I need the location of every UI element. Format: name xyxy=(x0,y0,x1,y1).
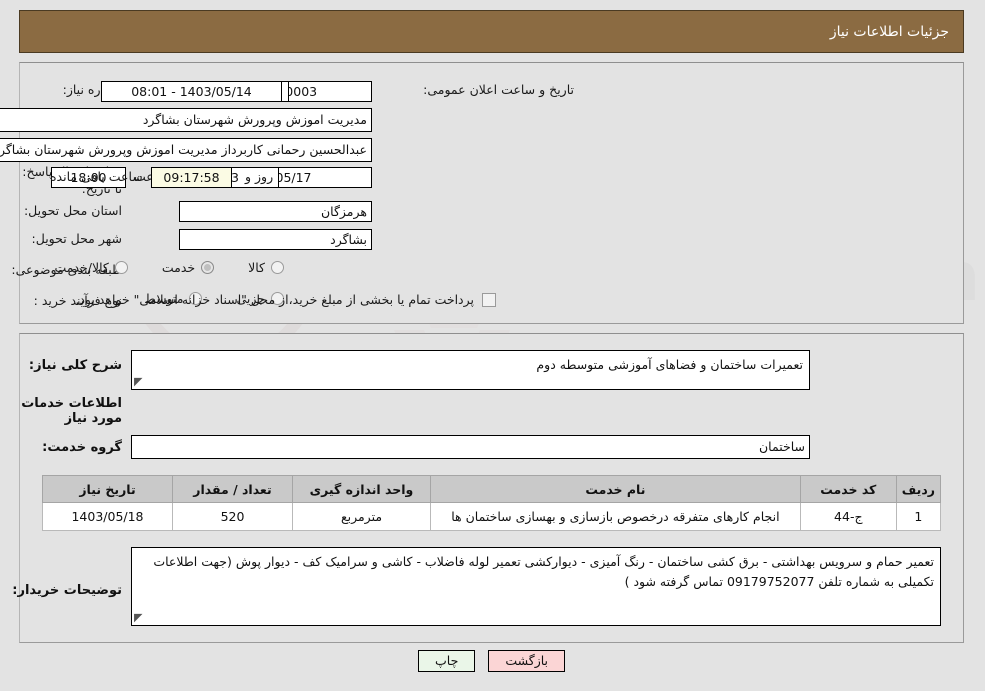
buyer-notes-textarea[interactable]: تعمیر حمام و سرویس بهداشتی - برق کشی ساخ… xyxy=(132,547,942,626)
back-button[interactable]: بازگشت xyxy=(489,650,567,672)
province-label: استان محل تحویل: xyxy=(24,203,123,218)
col-need-date: تاریخ نیاز xyxy=(43,475,174,503)
buyer-notes-value: تعمیر حمام و سرویس بهداشتی - برق کشی ساخ… xyxy=(154,554,935,589)
category-option-kala-khedmat[interactable]: کالا/خدمت xyxy=(55,260,129,275)
category-option-khedmat[interactable]: خدمت xyxy=(162,260,216,275)
service-group-value: ساختمان xyxy=(132,435,811,459)
category-option-label: کالا xyxy=(249,260,266,275)
buyer-org-value: مدیریت اموزش وپرورش شهرستان بشاگرد xyxy=(0,108,373,132)
category-radio-group: کالا خدمت کالا/خدمت xyxy=(55,260,285,275)
province-row: استان محل تحویل: xyxy=(25,203,123,218)
service-group-label: گروه خدمت: xyxy=(43,440,123,455)
resize-grip-icon[interactable]: ◥ xyxy=(135,375,147,388)
city-row: شهر محل تحویل: xyxy=(33,231,123,246)
col-unit: واحد اندازه گیری xyxy=(293,475,432,503)
print-button[interactable]: چاپ xyxy=(419,650,477,672)
city-value: بشاگرد xyxy=(180,229,373,250)
table-row: 1 ج-44 انجام کارهای متفرقه درخصوص بازساز… xyxy=(43,502,943,531)
cell-quantity: 520 xyxy=(173,502,294,531)
requester-value: عبدالحسین رحمانی کاربرداز مدیریت اموزش و… xyxy=(0,138,373,162)
radio-icon[interactable] xyxy=(202,261,216,274)
resize-grip-icon[interactable]: ◥ xyxy=(135,611,147,624)
days-label: روز و xyxy=(246,169,275,184)
radio-icon[interactable] xyxy=(115,261,129,274)
page-header: جزئیات اطلاعات نیاز xyxy=(20,10,965,53)
radio-icon[interactable] xyxy=(272,261,285,274)
category-option-kala[interactable]: کالا xyxy=(249,260,285,275)
city-label: شهر محل تحویل: xyxy=(32,231,123,246)
col-name: نام خدمت xyxy=(431,475,802,503)
category-option-label: خدمت xyxy=(162,260,197,275)
treasury-checkbox[interactable] xyxy=(483,292,497,307)
cell-name: انجام کارهای متفرقه درخصوص بازسازی و بهس… xyxy=(431,502,802,531)
cell-need-date: 1403/05/18 xyxy=(43,502,174,531)
general-desc-label: شرح کلی نیاز: xyxy=(29,358,123,373)
col-code: کد خدمت xyxy=(800,475,898,503)
buyer-notes-label: توضیحات خریدار: xyxy=(13,583,123,598)
col-quantity: تعداد / مقدار xyxy=(173,475,294,503)
services-section-title: اطلاعات خدمات مورد نیاز xyxy=(22,396,123,426)
announce-datetime-value: 1403/05/14 - 08:01 xyxy=(102,81,283,102)
general-desc-value: تعمیرات ساختمان و فضاهای آموزشی متوسطه د… xyxy=(537,357,804,372)
page-title: جزئیات اطلاعات نیاز xyxy=(830,23,950,40)
treasury-note: پرداخت تمام یا بخشی از مبلغ خرید،از محل … xyxy=(76,292,475,307)
cell-code: ج-44 xyxy=(800,502,898,531)
cell-unit: مترمربع xyxy=(293,502,432,531)
page-root: AriaTender.net endert جزئیات اطلاعات نیا… xyxy=(0,0,985,691)
col-radif: ردیف xyxy=(896,475,943,503)
services-table: ردیف کد خدمت نام خدمت واحد اندازه گیری ت… xyxy=(43,475,943,531)
announce-datetime-label: تاریخ و ساعت اعلان عمومی: xyxy=(424,82,575,97)
table-header-row: ردیف کد خدمت نام خدمت واحد اندازه گیری ت… xyxy=(43,475,943,503)
remaining-label: ساعت باقی مانده xyxy=(51,169,144,184)
treasury-note-row: پرداخت تمام یا بخشی از مبلغ خرید،از محل … xyxy=(76,292,497,307)
general-desc-textarea[interactable]: تعمیرات ساختمان و فضاهای آموزشی متوسطه د… xyxy=(132,350,811,390)
action-button-bar: بازگشت چاپ xyxy=(0,650,985,672)
category-option-label: کالا/خدمت xyxy=(55,260,110,275)
countdown-timer: 09:17:58 xyxy=(152,167,233,188)
cell-radif: 1 xyxy=(896,502,943,531)
province-value: هرمزگان xyxy=(180,201,373,222)
announce-datetime-row: تاریخ و ساعت اعلان عمومی: xyxy=(424,82,575,97)
